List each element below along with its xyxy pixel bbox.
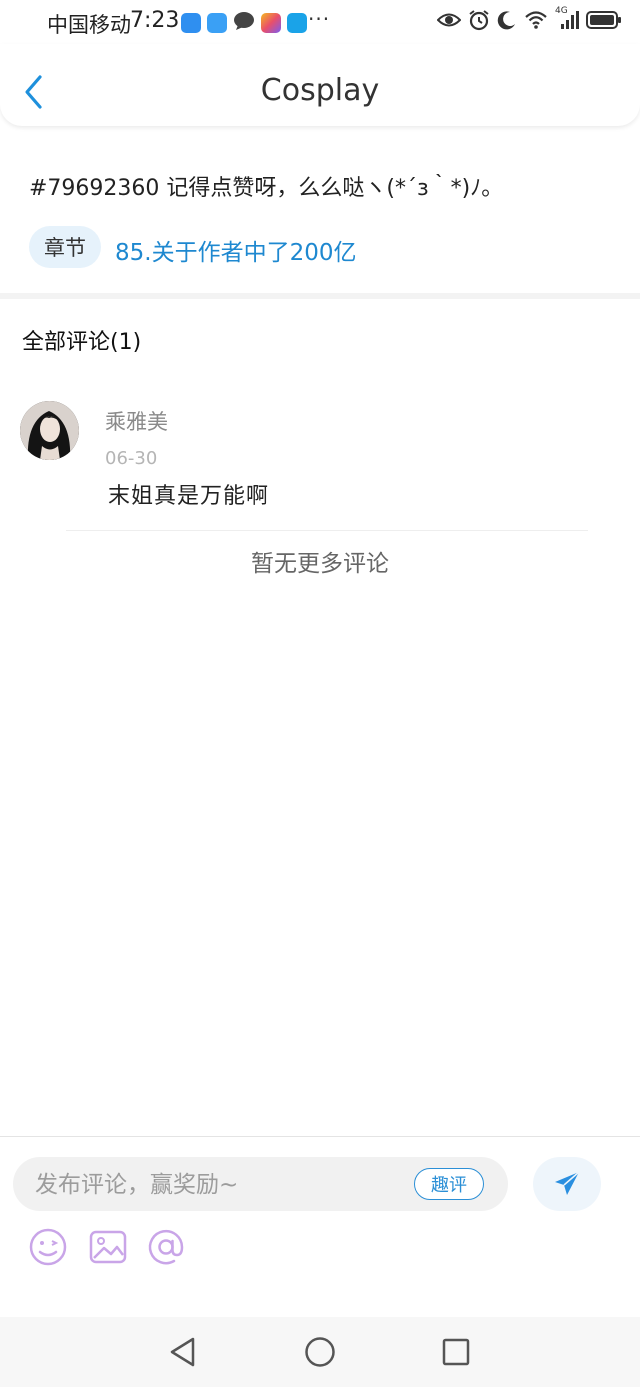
chapter-link[interactable]: 85.关于作者中了200亿: [115, 233, 356, 267]
comment-input[interactable]: [33, 1157, 407, 1213]
system-nav-bar: [0, 1317, 640, 1387]
section-divider: [0, 293, 640, 299]
page-title: Cosplay: [260, 73, 380, 108]
cellular-signal-icon: 4G: [555, 6, 579, 34]
triangle-back-icon: [170, 1337, 195, 1367]
search-app-icon: [287, 13, 307, 33]
post-text: #79692360 记得点赞呀，么么哒ヽ(*´з｀*)ﾉ。: [29, 176, 504, 201]
carrier-label: 中国移动: [47, 13, 131, 37]
comment-composer: 趣评: [0, 1136, 640, 1318]
nav-back-button[interactable]: [166, 1335, 200, 1369]
chat-bubble-icon: [233, 11, 255, 35]
comment-date: 06-30: [105, 448, 158, 469]
system-icons: 4G: [436, 6, 622, 35]
comments-heading: 全部评论(1): [22, 330, 142, 355]
header-bar: Cosplay: [0, 44, 640, 126]
nav-recents-button[interactable]: [439, 1335, 473, 1369]
image-icon[interactable]: [88, 1227, 128, 1267]
network-type-label: 4G: [555, 6, 568, 16]
at-icon[interactable]: [146, 1227, 186, 1267]
chapter-tag: 章节: [29, 226, 101, 268]
paper-plane-icon: [555, 1171, 580, 1195]
battery-icon: [586, 10, 622, 34]
page: 中国移动 7:23 ··· 4G Cosplay #79692360 记得点赞呀…: [0, 0, 640, 1387]
no-more-comments: 暂无更多评论: [251, 551, 389, 577]
circle-home-icon: [305, 1337, 335, 1367]
colorful-app-icon: [261, 13, 281, 33]
clock: 7:23: [130, 8, 180, 33]
nav-home-button[interactable]: [303, 1335, 337, 1369]
more-notifications-icon: ···: [308, 7, 331, 31]
comment-divider: [66, 530, 588, 531]
weather-app-icon: [181, 13, 201, 33]
comment-text: 末姐真是万能啊: [108, 484, 270, 509]
comment-input-box[interactable]: 趣评: [13, 1157, 508, 1213]
eye-icon: [436, 11, 462, 33]
wifi-icon: [524, 10, 548, 34]
square-recents-icon: [442, 1338, 470, 1366]
cloud-app-icon: [207, 13, 227, 33]
avatar[interactable]: [20, 401, 79, 460]
comment-username[interactable]: 乘雅美: [105, 406, 168, 436]
moon-icon: [497, 10, 517, 34]
status-bar: 中国移动 7:23 ··· 4G: [0, 0, 640, 44]
alarm-icon: [468, 9, 490, 35]
notification-icons: [181, 11, 307, 35]
send-button[interactable]: [533, 1157, 601, 1211]
emoji-icon[interactable]: [28, 1227, 68, 1267]
quick-comment-button[interactable]: 趣评: [414, 1168, 484, 1200]
